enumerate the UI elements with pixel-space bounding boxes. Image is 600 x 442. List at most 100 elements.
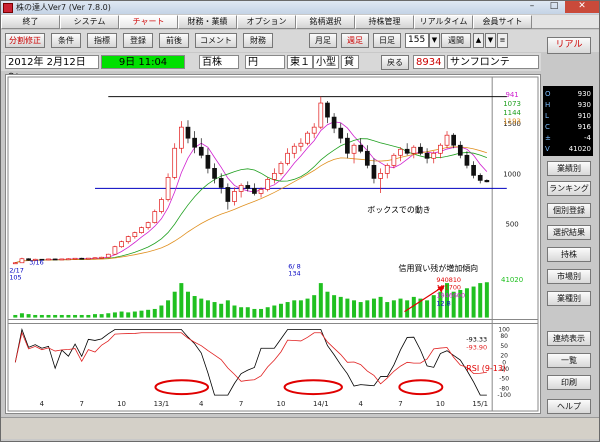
menu-item-7[interactable]: リアルタイム [414, 15, 473, 29]
menu-item-6[interactable]: 持株管理 [355, 15, 414, 29]
volume-bar [425, 300, 430, 318]
condition-button[interactable]: 条件 [51, 33, 81, 48]
stock-code-field[interactable]: 8934 [413, 55, 445, 69]
side-button-8[interactable]: 一覧 [547, 353, 591, 368]
up-arrow-icon[interactable]: ▲ [473, 33, 484, 48]
menu-item-3[interactable]: 財務・業績 [178, 15, 237, 29]
quote-key: L [545, 112, 549, 120]
register-button[interactable]: 登録 [123, 33, 153, 48]
candle-body [86, 257, 91, 260]
side-button-4[interactable]: 持株 [547, 247, 591, 262]
monthly-button[interactable]: 月足 [309, 33, 337, 48]
period-select[interactable]: 155 [405, 33, 429, 48]
window-controls: – □ ✕ [521, 1, 599, 13]
volume-bar [126, 312, 131, 318]
ma-value-label: 1193 [503, 118, 521, 126]
candle-body [424, 152, 430, 159]
toolbar: 分割修正 条件 指標 登録 前後 コメント 財務 月足 週足 日足 155 ▼ … [1, 30, 599, 52]
volume-bar [431, 295, 436, 318]
candle-body [325, 102, 330, 118]
ma-value-label: 1073 [503, 100, 521, 108]
candle-body [338, 127, 344, 139]
candle-body [179, 126, 184, 149]
side-button-5[interactable]: 市場別 [547, 269, 591, 284]
menu-item-2[interactable]: チャート [119, 15, 178, 29]
size-label: 小型 [313, 55, 339, 69]
volume-bar [132, 311, 137, 318]
candle-body [451, 134, 456, 146]
realtime-button[interactable]: リアル [547, 37, 591, 54]
x-tick-label: 13/1 [154, 400, 170, 408]
rsi-title: RSI (9-13) [466, 364, 506, 373]
finance-button[interactable]: 財務 [243, 33, 273, 48]
side-button-10[interactable]: ヘルプ [547, 399, 591, 414]
volume-bar [146, 309, 151, 318]
side-button-7[interactable]: 連続表示 [547, 331, 591, 346]
volume-bar [119, 311, 124, 318]
back-button[interactable]: 戻る [381, 55, 409, 70]
menu-item-8[interactable]: 会員サイト [473, 15, 532, 29]
candle-body [345, 137, 350, 154]
candle-body [444, 134, 450, 146]
rsi-value-label: -93.90 [466, 343, 487, 351]
current-time-field: 9日 11:04 [101, 55, 185, 69]
comment-button[interactable]: コメント [195, 33, 237, 48]
volume-bar [332, 295, 337, 318]
menu-item-0[interactable]: 終了 [1, 15, 60, 29]
candle-body [19, 258, 25, 264]
down-arrow-icon[interactable]: ▼ [485, 33, 496, 48]
candle-body [198, 146, 204, 156]
weekly-button[interactable]: 週足 [341, 33, 369, 48]
quote-value: 930 [577, 101, 591, 109]
candle-body [52, 258, 58, 261]
close-button[interactable]: ✕ [565, 1, 599, 13]
x-tick-label: 10 [117, 400, 126, 408]
menu-item-5[interactable]: 銘柄選択 [296, 15, 355, 29]
title-bar: 株の達人Ver7 (Ver 7.8.0) [1, 1, 599, 14]
side-button-2[interactable]: 個別登録 [547, 203, 591, 218]
menu-item-4[interactable]: オプション [237, 15, 296, 29]
menu-item-1[interactable]: システム [60, 15, 119, 29]
currency-select[interactable]: 円 [245, 55, 285, 69]
period-dropdown-icon[interactable]: ▼ [429, 33, 440, 48]
volume-axis-label: 41020 [501, 276, 523, 284]
candle-body [92, 257, 98, 260]
candle-body [278, 162, 284, 174]
side-button-3[interactable]: 選択結果 [547, 225, 591, 240]
price-axis-label: 1000 [503, 170, 521, 178]
side-button-1[interactable]: ランキング [547, 181, 591, 196]
candle-body [59, 258, 65, 261]
minimize-button[interactable]: – [521, 1, 543, 13]
candle-body [132, 232, 138, 238]
indicator-button[interactable]: 指標 [87, 33, 117, 48]
volume-value-label: 940810 [436, 276, 461, 284]
volume-bar [345, 298, 350, 318]
side-button-9[interactable]: 印刷 [547, 375, 591, 390]
split-adjust-button[interactable]: 分割修正 [5, 33, 45, 48]
candle-body [411, 146, 417, 154]
daily-button[interactable]: 日足 [373, 33, 401, 48]
volume-bar [292, 300, 297, 318]
volume-bar [411, 296, 416, 318]
candle-body [464, 154, 470, 166]
prev-next-button[interactable]: 前後 [159, 33, 189, 48]
maximize-button[interactable]: □ [543, 1, 565, 13]
price-chart[interactable]: 15001000500941107311441193ボックスでの動き3/1610… [5, 74, 541, 414]
candle-body [331, 116, 337, 129]
volume-bar [166, 300, 171, 318]
box-label: ボックスでの動き [367, 205, 430, 214]
rsi-value-label: -93.33 [466, 335, 487, 343]
volume-bar [152, 308, 157, 318]
candle-body [258, 189, 264, 194]
candle-body [378, 173, 383, 179]
date-range-field[interactable]: 2012年 2月12日 ～ [5, 55, 99, 81]
price-annotation: 134 [288, 270, 300, 278]
side-button-6[interactable]: 業種別 [547, 291, 591, 306]
side-button-0[interactable]: 業績別 [547, 161, 591, 176]
volume-bar [365, 300, 370, 318]
quote-key: ± [545, 134, 551, 142]
candle-body [252, 188, 257, 194]
volume-bar [312, 295, 317, 318]
list-icon[interactable]: ≡ [497, 33, 508, 48]
candle-body [232, 191, 237, 202]
